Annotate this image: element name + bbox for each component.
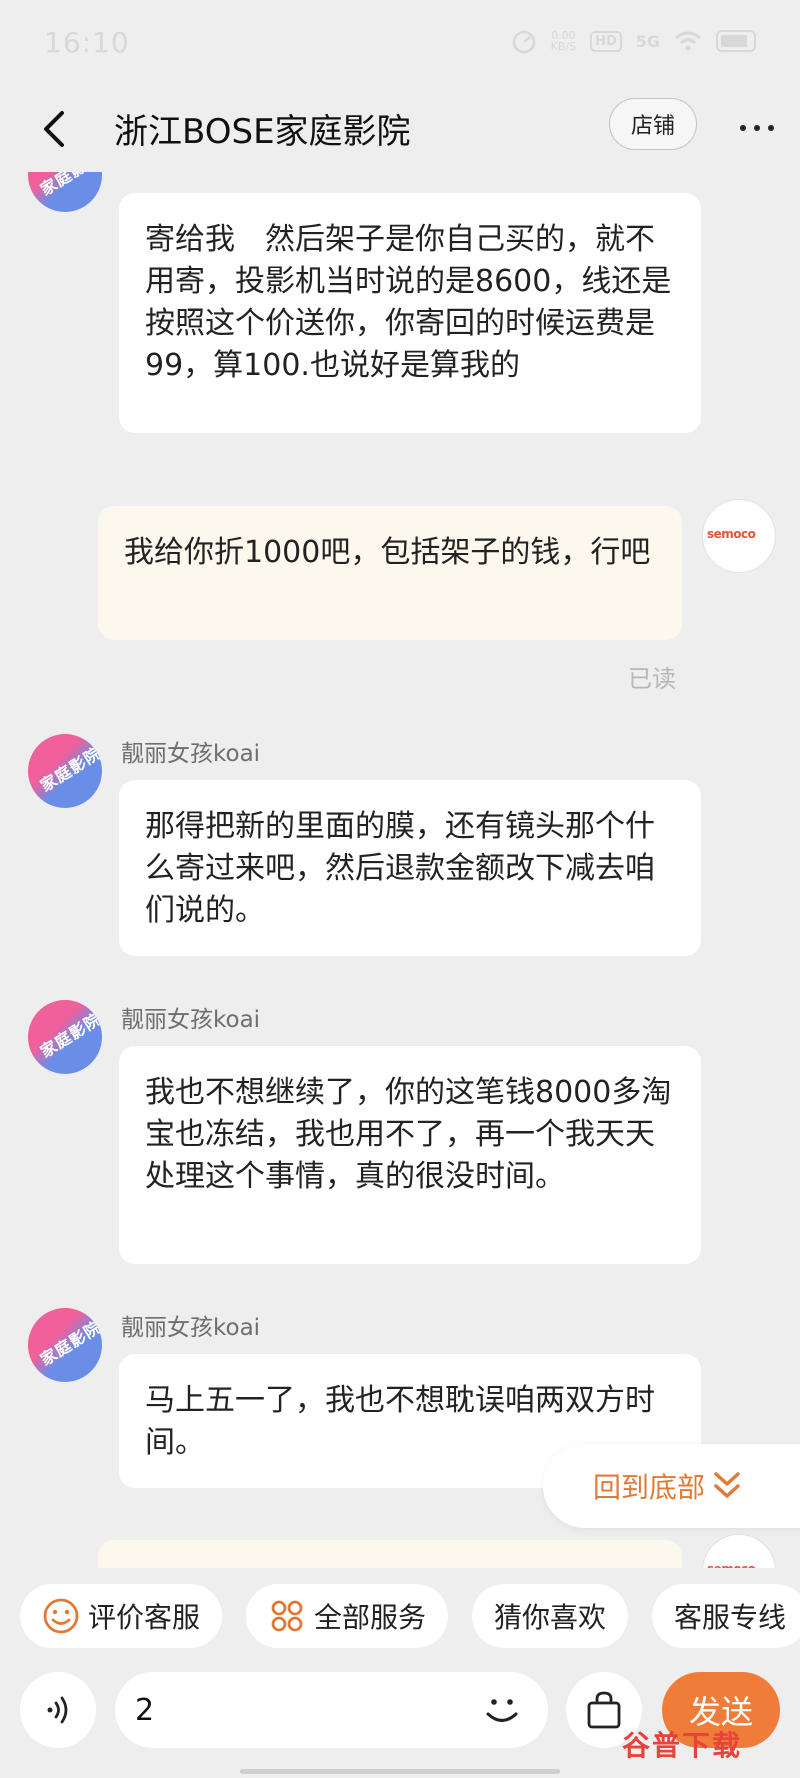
shop-avatar[interactable]: 家庭影院 [28, 1308, 102, 1382]
wifi-icon [675, 31, 701, 51]
signal-icon: 5G [635, 31, 660, 51]
emoji-icon [486, 1699, 518, 1722]
grid-icon [271, 1600, 303, 1632]
data-speed-icon [512, 30, 535, 54]
message-bubble[interactable]: 那得把新的里面的膜，还有镜头那个什么寄过来吧，然后退款金额改下减去咱们说的。 [119, 780, 701, 956]
user-avatar[interactable]: semoco [702, 499, 776, 573]
chat-message-list[interactable]: 家庭影院 寄给我 然后架子是你自己买的，就不用寄，投影机当时说的是8600，线还… [0, 172, 800, 1568]
sender-name: 靓丽女孩koai [121, 741, 261, 767]
scroll-to-bottom-label: 回到底部 [593, 1471, 706, 1504]
shopping-bag-icon [587, 1691, 621, 1729]
message-bubble[interactable]: 我给你折1000吧，包括架子的钱，行吧 [98, 506, 682, 640]
battery-icon [716, 30, 756, 52]
double-chevron-down-icon [714, 1472, 740, 1498]
scroll-to-bottom-button[interactable]: 回到底部 [543, 1444, 800, 1528]
home-indicator[interactable] [240, 1769, 560, 1774]
status-time: 16:10 [44, 26, 130, 59]
emoji-button[interactable] [476, 1682, 528, 1738]
voice-input-button[interactable] [20, 1672, 96, 1748]
page-title: 浙江BOSE家庭影院 [114, 112, 411, 152]
hd-badge: HD [590, 30, 622, 52]
sender-name: 靓丽女孩koai [121, 1007, 261, 1033]
service-hotline-chip[interactable]: 客服专线 [652, 1584, 800, 1648]
voice-icon [47, 1696, 68, 1724]
quick-actions: 评价客服 全部服务 猜你喜欢 客服专线 [0, 1584, 800, 1652]
more-icon[interactable] [740, 108, 774, 148]
chip-label: 客服专线 [674, 1601, 787, 1634]
guess-you-like-chip[interactable]: 猜你喜欢 [472, 1584, 629, 1648]
watermark: 谷普下载 [622, 1729, 743, 1762]
back-icon[interactable] [36, 106, 72, 152]
smiley-icon [43, 1598, 79, 1634]
status-icons: 0.00 KB/S HD 5G [511, 28, 756, 54]
message-bubble[interactable]: 我也不想继续了，你的这笔钱8000多淘宝也冻结，我也用不了，再一个我天天处理这个… [119, 1046, 701, 1264]
message-bubble[interactable]: 寄给我 然后架子是你自己买的，就不用寄，投影机当时说的是8600，线还是按照这个… [119, 193, 701, 433]
shop-button[interactable]: 店铺 [609, 98, 697, 150]
chip-label: 猜你喜欢 [494, 1601, 607, 1634]
user-avatar[interactable]: semoco [702, 1534, 776, 1568]
rate-service-chip[interactable]: 评价客服 [20, 1584, 223, 1648]
chat-header: 浙江BOSE家庭影院 店铺 [0, 88, 800, 172]
shop-avatar[interactable]: 家庭影院 [28, 1000, 102, 1074]
status-bar: 16:10 0.00 KB/S HD 5G [0, 0, 800, 88]
all-services-chip[interactable]: 全部服务 [246, 1584, 449, 1648]
shop-avatar[interactable]: 家庭影院 [28, 172, 102, 212]
read-status: 已读 [628, 665, 676, 693]
net-speed: 0.00 KB/S [550, 29, 577, 53]
chip-label: 全部服务 [314, 1601, 427, 1634]
shop-avatar[interactable]: 家庭影院 [28, 734, 102, 808]
sender-name: 靓丽女孩koai [121, 1315, 261, 1341]
message-bubble-partial[interactable] [98, 1540, 682, 1568]
chip-label: 评价客服 [88, 1601, 201, 1634]
